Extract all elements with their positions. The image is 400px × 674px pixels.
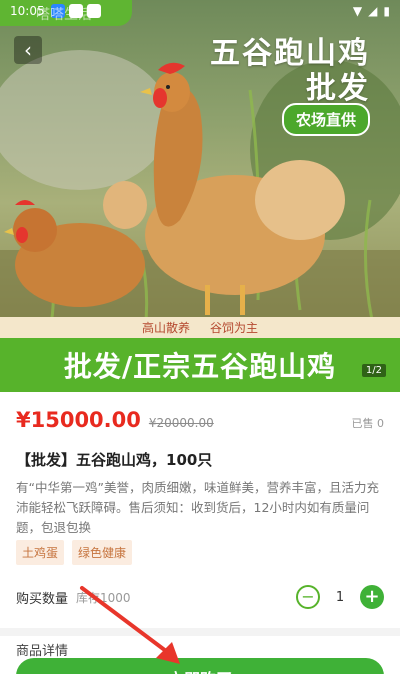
price-row: ¥15000.00 ¥20000.00 已售 0 [16,408,384,432]
tagline-left: 高山散养 [141,321,190,335]
hero-tagline: 高山散养 谷饲为主 [0,317,400,338]
quantity-stepper: − 1 + [296,585,384,609]
section-divider [0,628,400,636]
battery-icon: ▮ [383,4,390,18]
decrease-quantity-button[interactable]: − [296,585,320,609]
chevron-left-icon: ‹ [24,38,32,62]
product-description: 有“中华第一鸡”美誉，肉质细嫩，味道鲜美，营养丰富，且活力充沛能轻松飞跃障碍。售… [16,480,379,535]
tagline-right: 谷饲为主 [210,321,259,335]
product-title: 【批发】五谷跑山鸡，100只 [16,451,213,469]
tag-item: 绿色健康 [72,540,133,565]
product-image-carousel[interactable]: 10:05 ▼ ◢ ▮ 嗒嗒生活 ‹ 五谷跑山鸡 批发 农场直供 高山散养 谷饲… [0,0,400,338]
increase-quantity-button[interactable]: + [360,585,384,609]
quantity-label: 购买数量 [16,591,69,607]
buy-now-button[interactable]: 立即购买 [16,658,384,674]
original-price: ¥20000.00 [148,416,214,430]
back-button[interactable]: ‹ [14,36,42,64]
product-tags: 土鸡蛋 绿色健康 [16,540,133,565]
product-details-heading: 商品详情 [16,644,69,659]
app-name: 嗒嗒生活 [36,7,92,23]
wifi-icon: ▼ [352,4,363,18]
quantity-value[interactable]: 1 [334,590,346,605]
carousel-page-indicator: 1/2 [361,364,386,377]
annotation-arrow-icon [80,586,180,664]
banner-title-band: 批发/正宗五谷跑山鸡 [0,338,400,392]
signal-icon: ◢ [368,4,378,18]
tag-item: 土鸡蛋 [16,540,65,565]
sold-count: 已售 0 [351,417,385,430]
quantity-row: 购买数量 库存1000 − 1 + [16,584,384,610]
plus-icon: + [364,586,380,607]
minus-icon: − [301,587,315,606]
current-price: ¥15000.00 [16,408,141,432]
banner-title: 批发/正宗五谷跑山鸡 [63,350,337,383]
farm-direct-badge: 农场直供 [281,103,370,136]
hero-headline-sub: 批发 [306,71,370,106]
